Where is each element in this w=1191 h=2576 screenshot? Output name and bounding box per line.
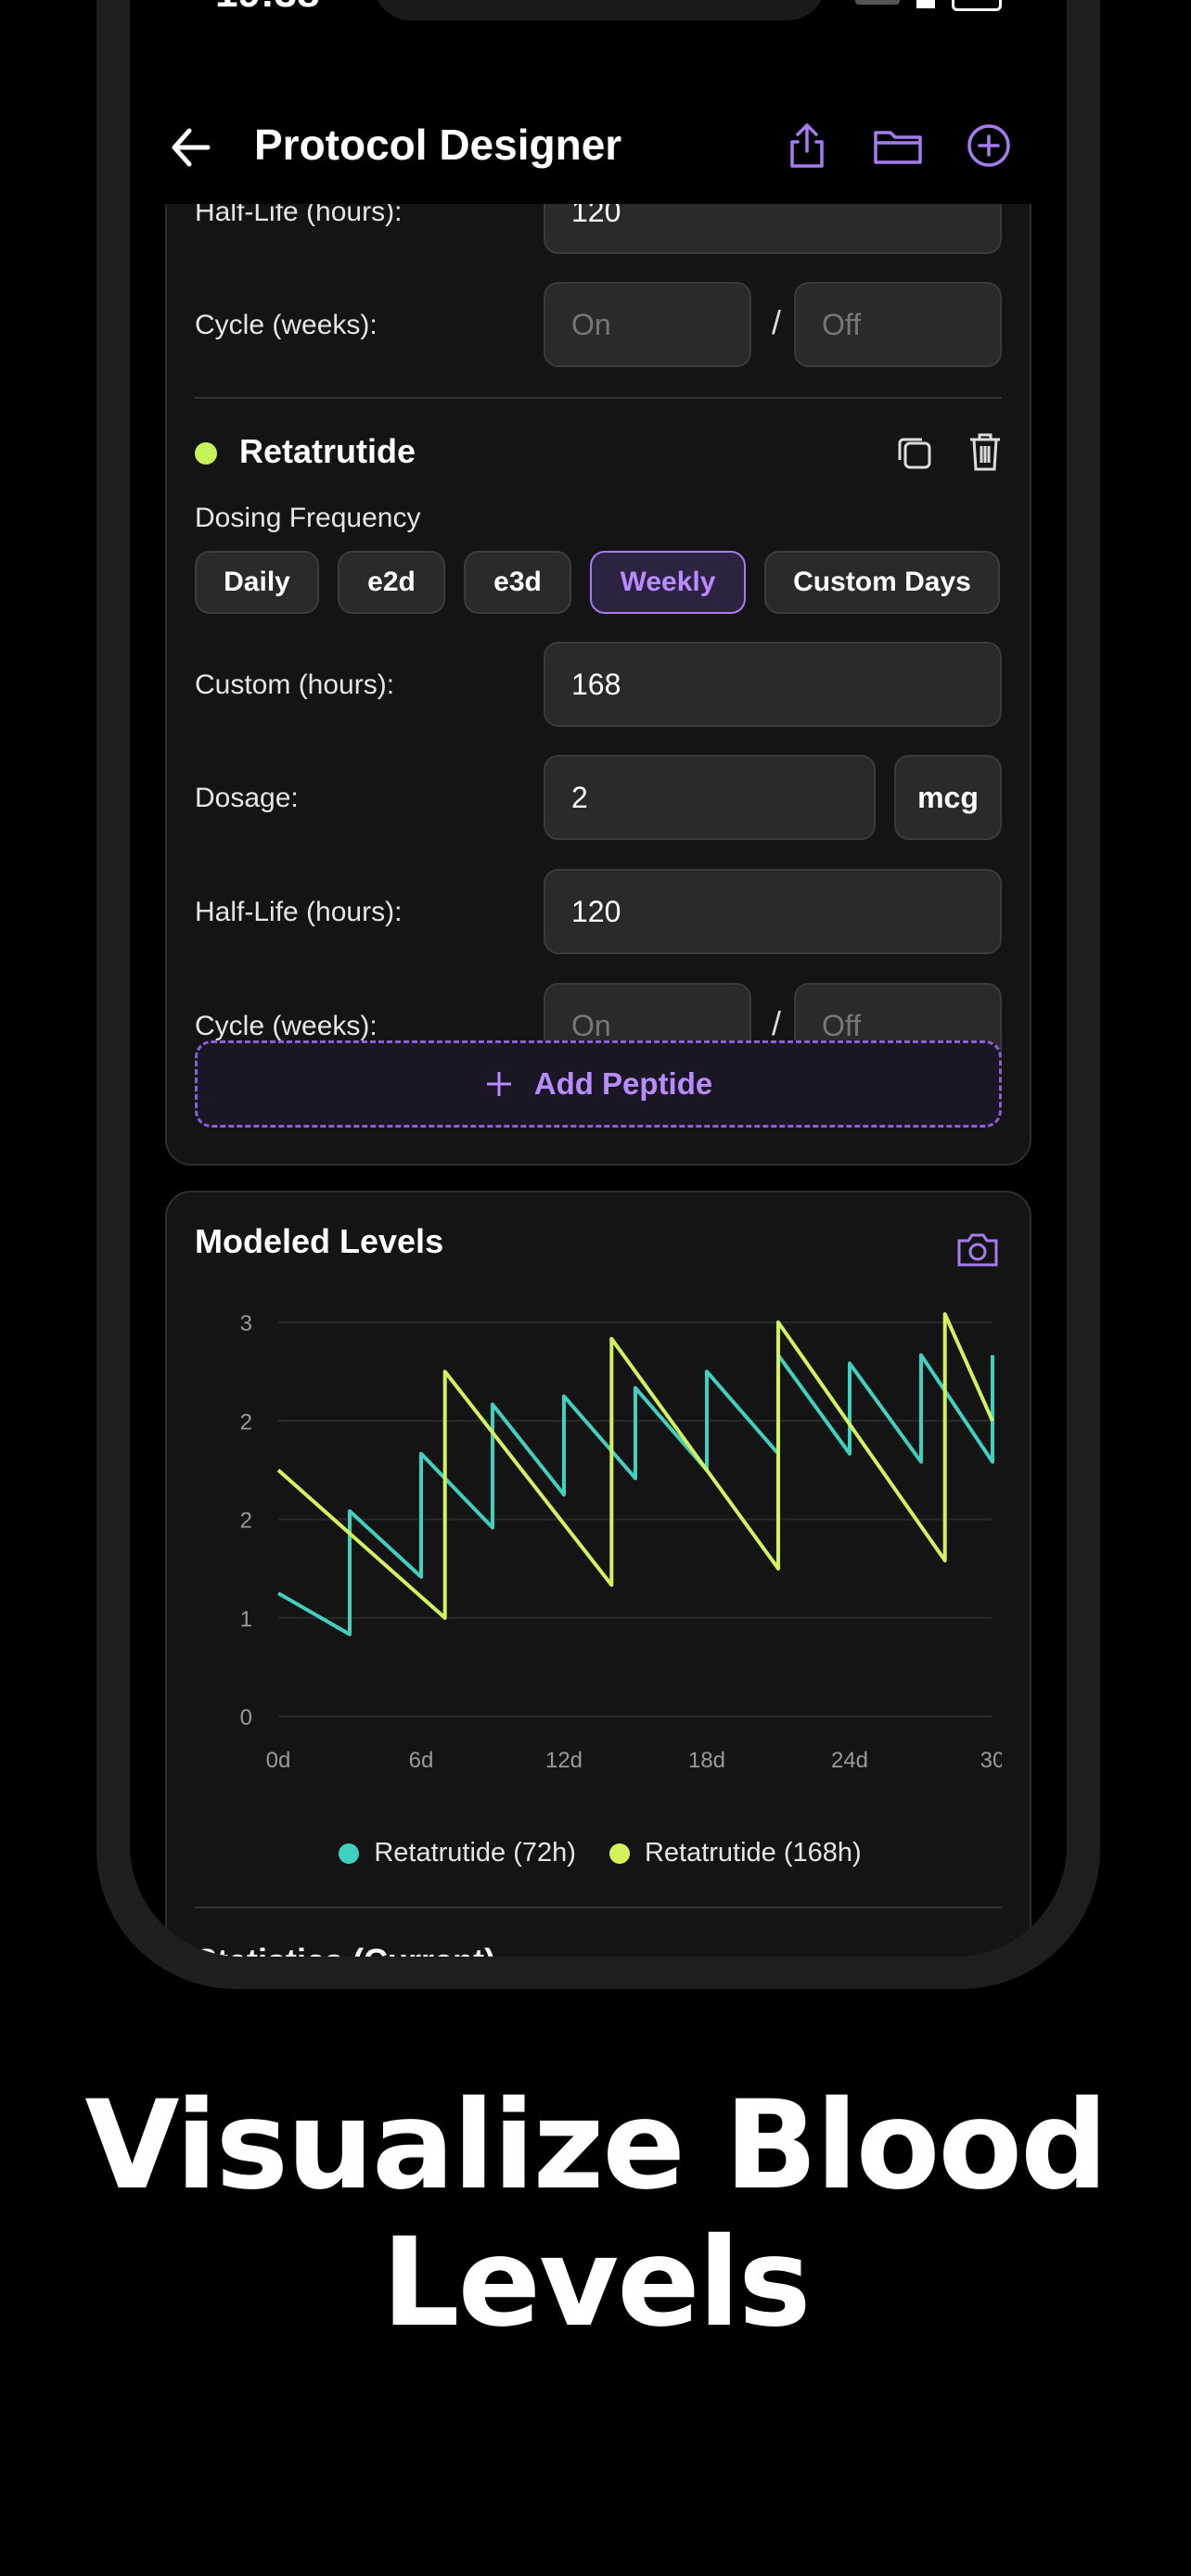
dosage-label: Dosage: bbox=[195, 783, 299, 813]
y-tick-label: 3 bbox=[240, 1311, 252, 1336]
dosage-unit-button[interactable]: mcg bbox=[894, 755, 1002, 840]
y-tick-label: 2 bbox=[240, 1409, 252, 1435]
custom-hours-input[interactable]: 168 bbox=[544, 642, 1002, 727]
statistics-title: Statistics (Current) bbox=[195, 1942, 495, 1957]
caption-line-2: Levels bbox=[381, 2212, 811, 2354]
share-icon bbox=[790, 123, 824, 168]
legend-label-72h: Retatrutide (72h) bbox=[374, 1838, 576, 1868]
add-peptide-button[interactable]: Add Peptide bbox=[195, 1040, 1002, 1128]
half-life-input[interactable]: 120 bbox=[544, 869, 1002, 954]
plus-icon bbox=[486, 1072, 511, 1096]
peptide-name: Retatrutide bbox=[239, 432, 416, 470]
back-button[interactable] bbox=[165, 121, 217, 173]
frequency-option-weekly[interactable]: Weekly bbox=[590, 551, 746, 614]
open-button[interactable] bbox=[870, 118, 926, 173]
prev-cycle-separator: / bbox=[772, 303, 782, 341]
top-app-bar: Protocol Designer bbox=[130, 88, 1067, 204]
duplicate-button[interactable] bbox=[894, 432, 935, 473]
legend-label-168h: Retatrutide (168h) bbox=[644, 1838, 862, 1868]
modeled-levels-title: Modeled Levels bbox=[195, 1222, 444, 1260]
chart-legend: Retatrutide (72h) Retatrutide (168h) bbox=[167, 1838, 1033, 1868]
arrow-left-icon bbox=[172, 128, 211, 167]
y-tick-label: 0 bbox=[240, 1705, 252, 1730]
new-protocol-button[interactable] bbox=[961, 118, 1017, 173]
scroll-content[interactable]: Half-Life (hours): 120 Cycle (weeks): On… bbox=[130, 0, 1067, 1957]
dosage-input[interactable]: 2 bbox=[544, 755, 876, 840]
y-tick-label: 1 bbox=[240, 1607, 252, 1632]
frequency-option-custom-days[interactable]: Custom Days bbox=[764, 551, 1000, 614]
marketing-caption: Visualize Blood Levels bbox=[0, 2077, 1191, 2352]
plus-circle-icon bbox=[967, 124, 1010, 167]
x-tick-label: 0d bbox=[266, 1748, 291, 1773]
frequency-option-daily[interactable]: Daily bbox=[195, 551, 319, 614]
legend-swatch-168h bbox=[608, 1843, 630, 1864]
x-tick-label: 6d bbox=[409, 1748, 434, 1773]
export-button[interactable] bbox=[779, 118, 835, 173]
custom-hours-label: Custom (hours): bbox=[195, 670, 395, 700]
x-tick-label: 24d bbox=[831, 1748, 868, 1773]
peptides-card: Half-Life (hours): 120 Cycle (weeks): On… bbox=[165, 111, 1031, 1166]
statistics-divider bbox=[195, 1906, 1002, 1908]
x-tick-label: 18d bbox=[688, 1748, 725, 1773]
screenshot-button[interactable] bbox=[955, 1230, 1002, 1272]
dosing-frequency-label: Dosing Frequency bbox=[195, 503, 421, 533]
half-life-label: Half-Life (hours): bbox=[195, 897, 403, 927]
camera-icon bbox=[957, 1233, 998, 1267]
cycle-label: Cycle (weeks): bbox=[195, 1011, 378, 1041]
frequency-option-e3d[interactable]: e3d bbox=[464, 551, 571, 614]
peptide-divider bbox=[195, 397, 1002, 399]
trash-icon bbox=[970, 433, 1000, 471]
x-tick-label: 12d bbox=[545, 1748, 583, 1773]
folder-icon bbox=[874, 131, 922, 164]
y-tick-label: 2 bbox=[240, 1509, 252, 1534]
legend-item-168h: Retatrutide (168h) bbox=[608, 1838, 862, 1868]
prev-cycle-on-input[interactable]: On bbox=[544, 282, 751, 367]
levels-chart: 0 1 2 2 3 0d 6d 12d 18d 24d 30 bbox=[240, 1311, 1002, 1773]
caption-line-1: Visualize Blood bbox=[84, 2074, 1108, 2217]
cycle-separator: / bbox=[772, 1004, 782, 1042]
copy-icon bbox=[898, 438, 931, 469]
series-line-0 bbox=[277, 1353, 994, 1637]
x-tick-label: 30 bbox=[980, 1748, 1002, 1773]
peptide-color-dot bbox=[195, 442, 217, 465]
frequency-option-e2d[interactable]: e2d bbox=[338, 551, 445, 614]
page-title: Protocol Designer bbox=[254, 121, 622, 169]
modeled-levels-card: Modeled Levels 0 1 2 2 3 0d 6d 12d 18d 24d 30 Reta… bbox=[165, 1191, 1031, 1957]
prev-cycle-off-input[interactable]: Off bbox=[794, 282, 1002, 367]
prev-cycle-label: Cycle (weeks): bbox=[195, 310, 378, 340]
legend-item-72h: Retatrutide (72h) bbox=[339, 1838, 576, 1868]
frequency-options: Daily e2d e3d Weekly Custom Days bbox=[195, 551, 1002, 614]
legend-swatch-72h bbox=[339, 1843, 360, 1864]
delete-button[interactable] bbox=[967, 430, 1007, 473]
app-screen: 19:38 Half-Life (hours): 120 Cycle (week… bbox=[130, 0, 1067, 1957]
add-peptide-label: Add Peptide bbox=[533, 1066, 713, 1101]
